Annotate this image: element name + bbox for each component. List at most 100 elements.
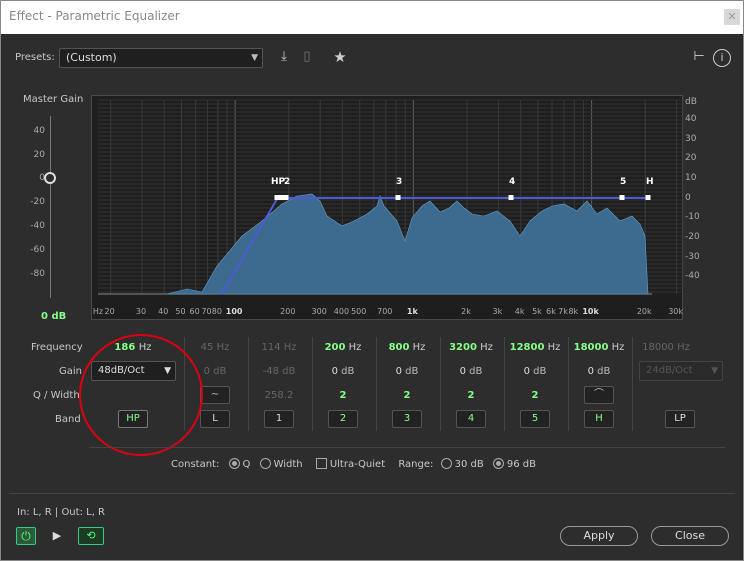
high-shelf-icon[interactable]: ⌒ [584,386,614,404]
db-axis-label: dB [685,97,697,107]
db-tick: -30 [685,252,700,262]
db-tick: 20 [685,153,697,163]
info-icon[interactable]: i [713,49,731,67]
gain-tick: 0 [39,173,45,183]
frequency-tick: 100 [225,307,243,316]
gain-tick: -20 [30,197,45,207]
band-frequency-3[interactable]: 800 Hz [375,342,439,353]
gain-tick: -40 [30,221,45,231]
db-tick: 40 [685,114,697,124]
db-tick: 10 [685,173,697,183]
divider [9,493,735,494]
band-button-h[interactable]: H [584,410,614,428]
band-button-3[interactable]: 3 [392,410,422,428]
db-tick: 30 [685,134,697,144]
window-title: Effect - Parametric Equalizer [9,9,180,23]
chevron-down-icon: ▼ [711,366,718,376]
equalizer-window: Effect - Parametric Equalizer ✕ Presets:… [0,0,744,561]
master-gain-label: Master Gain [23,94,84,105]
band-q-4[interactable]: 2 [439,390,503,401]
master-gain-knob[interactable] [44,172,56,184]
band-q-2[interactable]: 2 [311,390,375,401]
band-frequency-5[interactable]: 12800 Hz [503,342,567,353]
frequency-tick: 50 [175,307,186,316]
eq-node-handle[interactable] [508,195,514,200]
band-q-1[interactable]: 258.2 [247,390,311,401]
band-button-l[interactable]: L [200,410,230,428]
band-gain-3[interactable]: 0 dB [375,366,439,377]
window-close-button[interactable]: ✕ [724,9,740,25]
band-button-4[interactable]: 4 [456,410,486,428]
frequency-tick: 4k [514,307,525,316]
eq-graph-svg: HP2 3 4 5 H [98,99,684,295]
lp-slope-dropdown[interactable]: 24dB/Oct ▼ [639,361,723,381]
frequency-tick: 8k [568,307,579,316]
ultra-quiet-checkbox[interactable]: Ultra-Quiet [315,458,385,470]
lp-frequency[interactable]: 18000 Hz [634,342,698,353]
frequency-tick: 7k [558,307,568,316]
power-icon[interactable]: ⏻ [16,527,36,545]
band-frequency-2[interactable]: 200 Hz [311,342,375,353]
band-button-1[interactable]: 1 [264,410,294,428]
band-button-2[interactable]: 2 [328,410,358,428]
frequency-label: Frequency [31,342,83,353]
eq-node-handle[interactable] [283,195,289,200]
eq-node-handle[interactable] [274,195,280,200]
range-30-radio[interactable]: 30 dB [440,458,484,470]
frequency-tick: 20k [636,307,652,316]
band-frequency-1[interactable]: 114 Hz [247,342,311,353]
band-gain-4[interactable]: 0 dB [439,366,503,377]
band-frequency-h[interactable]: 18000 Hz [567,342,631,353]
db-tick: 0 [685,193,691,203]
apply-button[interactable]: Apply [560,526,638,546]
eq-node-label: 4 [509,177,515,187]
gain-tick: -60 [30,245,45,255]
band-q-3[interactable]: 2 [375,390,439,401]
band-gain-h[interactable]: 0 dB [567,366,631,377]
band-button-lp[interactable]: LP [665,410,695,428]
frequency-tick: 500 [351,307,367,316]
band-gain-1[interactable]: -48 dB [247,366,311,377]
play-icon[interactable]: ▶ [49,527,65,545]
frequency-tick: 80 [211,307,222,316]
close-button[interactable]: Close [651,526,729,546]
eq-node-handle[interactable] [645,195,651,200]
download-icon[interactable]: ⤓ [276,49,292,65]
band-q-5[interactable]: 2 [503,390,567,401]
presets-dropdown[interactable]: (Custom) ▼ [59,48,263,68]
band-gain-5[interactable]: 0 dB [503,366,567,377]
frequency-tick: 6k [546,307,556,316]
range-96-radio[interactable]: 96 dB [492,458,536,470]
eq-graph[interactable]: HP 2 3 4 5 H [91,95,684,320]
eq-node-handle[interactable] [619,195,625,200]
loop-icon[interactable]: ⟲ [78,527,104,545]
frequency-tick: 30k [668,307,684,316]
frequency-tick: 60 [189,307,200,316]
gain-tick: 40 [33,126,45,136]
band-gain-2[interactable]: 0 dB [311,366,375,377]
gain-tick: -80 [30,269,45,279]
frequency-tick: 20 [104,307,115,316]
routing-icon[interactable]: ⊢ [691,49,707,65]
eq-node-handle[interactable] [395,195,401,200]
gain-tick: 20 [33,150,45,160]
io-routing: In: L, R | Out: L, R [17,507,105,518]
column-separator [632,337,633,431]
frequency-tick: 30 [135,307,147,316]
master-gain-track[interactable] [50,116,51,298]
trash-icon[interactable]: ▯ [299,49,315,65]
eq-node-label: 3 [396,177,402,187]
band-frequency-4[interactable]: 3200 Hz [439,342,503,353]
eq-node-label: 2 [284,177,290,187]
low-shelf-icon[interactable]: ∼ [200,386,230,404]
constant-options: Constant: Q Width Ultra-Quiet Range: 30 … [171,458,537,470]
divider [89,447,725,448]
band-frequency-l[interactable]: 45 Hz [183,342,247,353]
db-tick: -40 [685,271,700,281]
band-button-5[interactable]: 5 [520,410,550,428]
eq-node-label: H [646,177,654,187]
constant-width-radio[interactable]: Width [259,458,303,470]
star-icon[interactable]: ★ [331,49,349,65]
constant-q-radio[interactable]: Q [228,458,250,470]
band-label: Band [55,414,81,425]
